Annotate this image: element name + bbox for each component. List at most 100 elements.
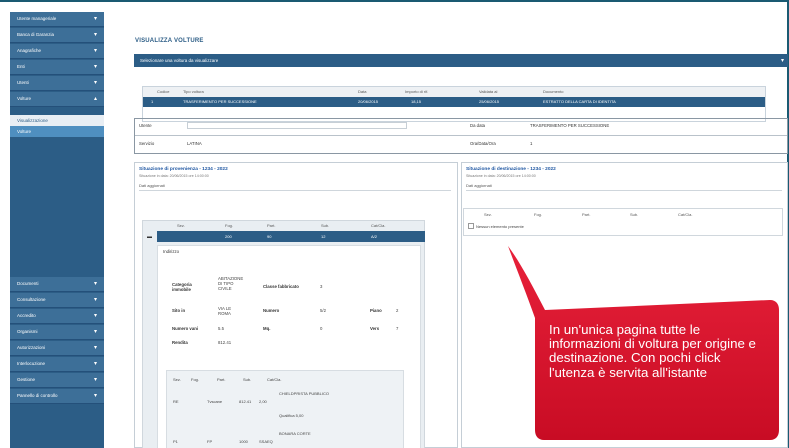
table-cell: A/2 xyxy=(371,234,378,239)
sidebar-item-pannello[interactable]: Pannello di controllo ▾ xyxy=(10,389,104,404)
sidebar-item-accredito[interactable]: Accredito ▾ xyxy=(10,309,104,324)
column-header: Sub. xyxy=(630,212,639,217)
table-cell: 200 xyxy=(225,234,232,239)
column-header: Importo di rif. xyxy=(405,89,429,94)
column-header: Part. xyxy=(582,212,591,217)
field-value: VIA LE ROMA xyxy=(218,306,232,316)
column-header: Part. xyxy=(267,223,276,228)
table-cell: Tvscane xyxy=(207,399,223,404)
chevron-down-icon: ▾ xyxy=(93,16,97,22)
sub-table: Sez. Fog. Part. Sub. Cat/Cla. RE Tvscane… xyxy=(166,370,404,448)
sidebar-item-interlocuzione[interactable]: Interlocuzione ▾ xyxy=(10,357,104,372)
table-cell: 25/06/2015 xyxy=(479,99,500,104)
sidebar-item-label: Volture xyxy=(17,96,32,101)
sidebar-item-anagrafiche[interactable]: Anagrafiche ▾ xyxy=(10,44,104,59)
table-cell: 2,00 xyxy=(259,399,267,404)
sidebar-item-label: Utente manageriale xyxy=(17,16,57,21)
sidebar-item-volture[interactable]: Volture ▴ xyxy=(10,92,104,107)
section-title: Indirizzo xyxy=(163,249,180,254)
table-cell: 812.41 xyxy=(239,399,252,404)
sidebar-item-label: Gestione xyxy=(17,377,36,382)
collapse-row-icon[interactable]: ▬ xyxy=(147,234,152,240)
table-row[interactable]: 1 TRASFERIMENTO PER SUCCESSIONE 20/06/20… xyxy=(143,97,765,107)
field-label: Utente xyxy=(139,123,152,128)
column-header: Sez. xyxy=(177,223,186,228)
field-value: 0 xyxy=(320,326,323,331)
sidebar-item-organismi[interactable]: Organismi ▾ xyxy=(10,325,104,340)
sidebar-item-autorizzazioni[interactable]: Autorizzazioni ▾ xyxy=(10,341,104,356)
column-header: Sub. xyxy=(243,377,252,382)
sidebar-item-utente[interactable]: Utente manageriale ▾ xyxy=(10,12,104,27)
column-header: Cat/Cla. xyxy=(371,223,386,228)
panel-title: Situazione di provenienza - 1234 - 2022 xyxy=(139,167,228,172)
chevron-down-icon: ▾ xyxy=(780,58,784,64)
column-header: Validata al xyxy=(479,89,498,94)
table-cell: 1 xyxy=(151,99,154,104)
sidebar-item-label: Anagrafiche xyxy=(17,48,42,53)
sidebar-item-gestione[interactable]: Gestione ▾ xyxy=(10,373,104,388)
field-label: Ora/Data/Ora xyxy=(470,141,496,146)
sidebar: Utente manageriale ▾ Banca di Garanzia ▾ A… xyxy=(10,12,104,448)
chevron-down-icon: ▾ xyxy=(93,329,97,335)
table-cell: BONARA CORTE xyxy=(279,431,311,436)
table-cell: SSAEQ xyxy=(259,439,273,444)
field-label: Sito in xyxy=(172,308,186,313)
chevron-down-icon: ▾ xyxy=(93,297,97,303)
chevron-up-icon: ▴ xyxy=(93,96,97,102)
destinazione-table: Sez. Fog. Part. Sub. Cat/Cla. Nessun ele… xyxy=(463,208,783,236)
sidebar-item-banca[interactable]: Banca di Garanzia ▾ xyxy=(10,28,104,43)
main-content: VISUALIZZA VOLTURE Selezionare una voltu… xyxy=(118,12,789,448)
table-cell: Qualifica 5,00 xyxy=(279,413,304,418)
sidebar-item-utenti[interactable]: Utenti ▾ xyxy=(10,76,104,91)
table-cell: 1000 xyxy=(239,439,248,444)
table-cell: P1 xyxy=(173,439,178,444)
sidebar-subitem-volture[interactable]: Volture xyxy=(10,126,104,137)
chevron-down-icon: ▾ xyxy=(93,345,97,351)
sidebar-item-documenti[interactable]: Documenti ▾ xyxy=(10,277,104,292)
column-header: Documento xyxy=(543,89,564,94)
field-value: 5/2 xyxy=(320,308,326,313)
column-header: Cat/Cla. xyxy=(678,212,693,217)
field-value: LATINA xyxy=(187,141,202,146)
sidebar-item-consultazione[interactable]: Consultazione ▾ xyxy=(10,293,104,308)
divider xyxy=(139,190,451,191)
sidebar-item-label: Accredito xyxy=(17,313,36,318)
field-label: Classe fabbricato xyxy=(263,284,299,289)
panel-subtitle: Situazione in data: 20/06/2015 ore 14:00… xyxy=(466,174,536,178)
chevron-down-icon: ▾ xyxy=(93,80,97,86)
sidebar-item-label: Consultazione xyxy=(17,297,46,302)
panel-destinazione: Situazione di destinazione - 1234 - 2022… xyxy=(461,162,788,448)
sidebar-item-enti[interactable]: Enti ▾ xyxy=(10,60,104,75)
sidebar-subitem-visualizzazione[interactable]: Visualizzazione xyxy=(10,115,104,126)
sidebar-item-label: Utenti xyxy=(17,80,29,85)
immobile-detail: Indirizzo Categoria immobile ABITAZIONE … xyxy=(157,245,421,448)
field-value: 1 xyxy=(530,141,533,146)
sidebar-item-label: Documenti xyxy=(17,281,39,286)
sidebar-item-label: Enti xyxy=(17,64,25,69)
chevron-down-icon: ▾ xyxy=(93,393,97,399)
panel-label: Dati aggiornati xyxy=(466,183,492,188)
field-value: TRASFERIMENTO PER SUCCESSIONE xyxy=(530,123,610,128)
table-cell: RE xyxy=(173,399,179,404)
table-header: Codice Tipo voltura Data Importo di rif.… xyxy=(143,87,765,97)
utente-field[interactable] xyxy=(187,122,407,129)
field-label: Categoria immobile xyxy=(172,282,192,292)
select-checkbox[interactable] xyxy=(468,223,474,229)
sidebar-item-label: Pannello di controllo xyxy=(17,393,58,398)
field-value: 812.41 xyxy=(218,340,232,345)
column-header: Fog. xyxy=(534,212,543,217)
field-value: 2 xyxy=(396,308,399,313)
panel-subtitle: Situazione in data: 20/06/2015 ore 14:00… xyxy=(139,174,209,178)
field-label: Piano xyxy=(370,308,382,313)
field-label: Servizio xyxy=(139,141,155,146)
panel-title: Situazione di destinazione - 1234 - 2022 xyxy=(466,167,556,172)
table-cell: FP xyxy=(207,439,213,444)
field-label: Numero xyxy=(263,308,280,313)
voltura-select-bar[interactable]: Selezionare una voltura da visualizzare … xyxy=(134,54,788,67)
table-row[interactable]: 200 90 12 A/2 xyxy=(157,231,425,242)
voltura-detail-form: Utente Da data TRASFERIMENTO PER SUCCESS… xyxy=(134,118,788,154)
column-header: Cat/Cla. xyxy=(267,377,282,382)
column-header: Part. xyxy=(217,377,226,382)
chevron-down-icon: ▾ xyxy=(93,281,97,287)
empty-message: Nessun elemento presente xyxy=(476,224,524,229)
